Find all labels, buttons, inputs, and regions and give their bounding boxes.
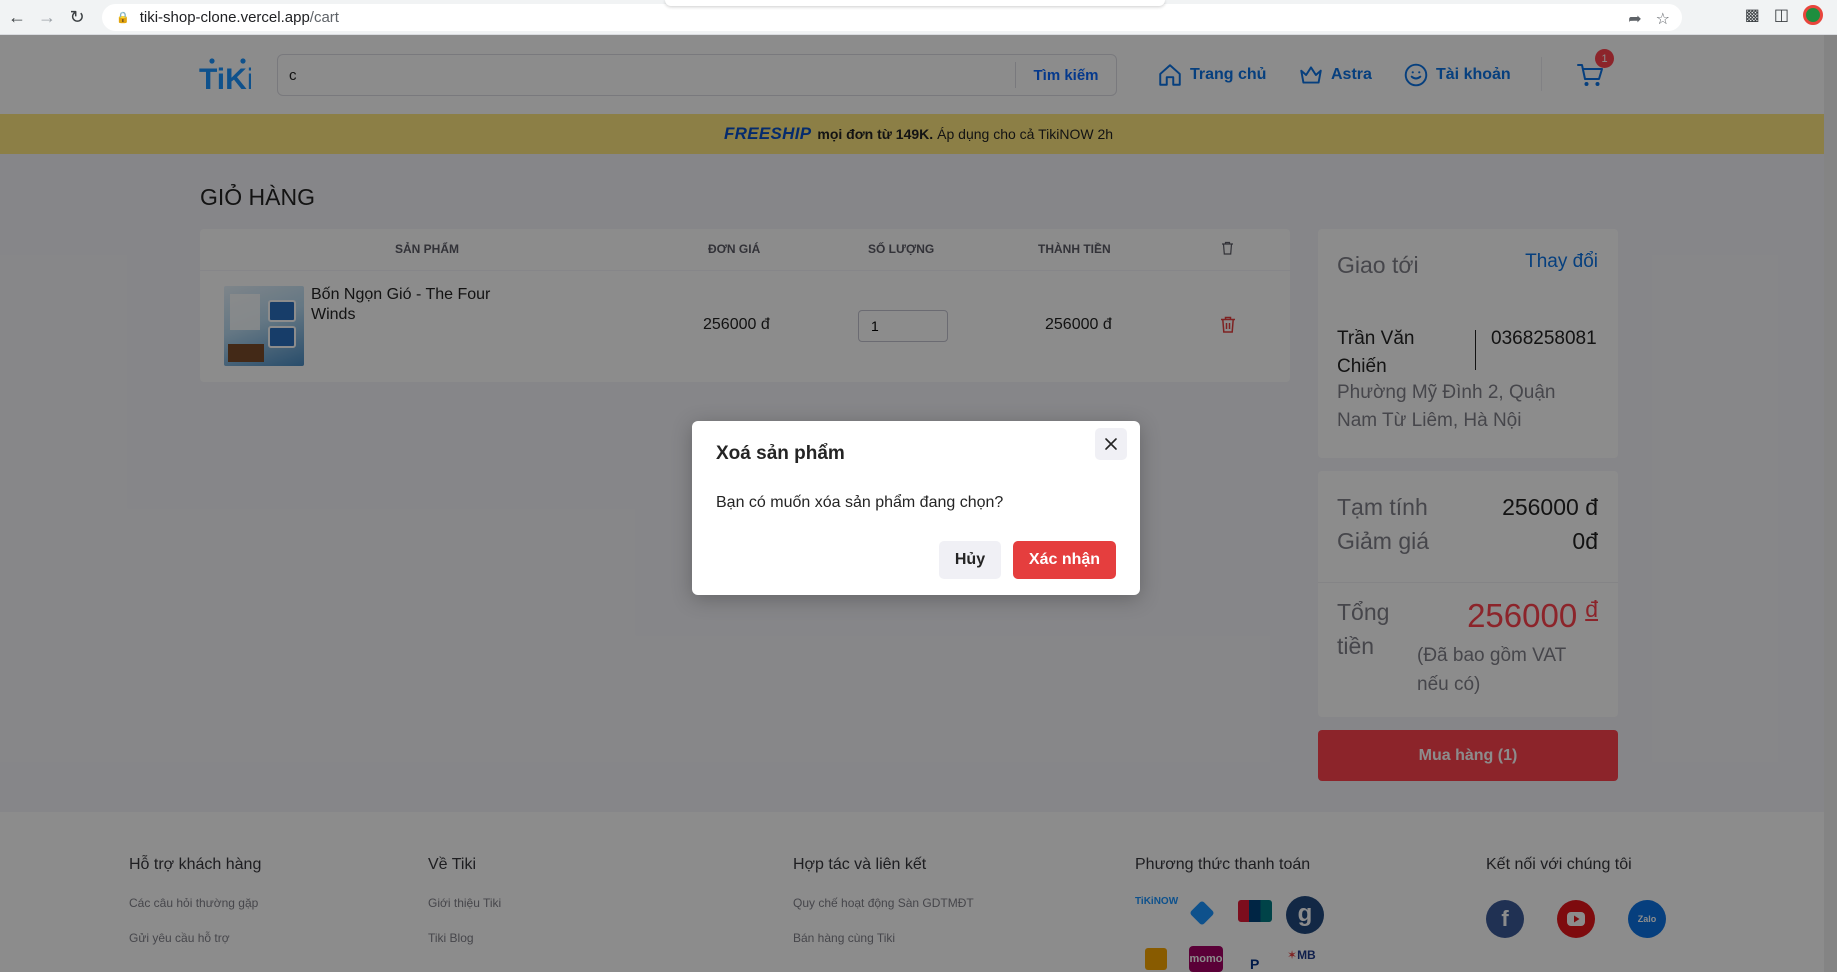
profile-avatar[interactable] <box>1803 5 1823 25</box>
forward-icon[interactable]: → <box>34 4 60 30</box>
lock-icon: 🔒 <box>116 12 130 24</box>
cancel-button[interactable]: Hủy <box>939 541 1001 579</box>
browser-popup-edge <box>665 0 1165 6</box>
confirm-delete-button[interactable]: Xác nhận <box>1013 541 1116 579</box>
bookmark-star-icon[interactable]: ☆ <box>1656 9 1670 29</box>
reload-icon[interactable]: ↻ <box>64 4 90 30</box>
delete-confirm-dialog: Xoá sản phẩm Bạn có muốn xóa sản phẩm đa… <box>692 421 1140 595</box>
address-bar[interactable]: 🔒 tiki-shop-clone.vercel.app/cart ➦ ☆ <box>102 4 1682 31</box>
back-icon[interactable]: ← <box>4 4 30 30</box>
dialog-message: Bạn có muốn xóa sản phẩm đang chọn? <box>716 494 1004 511</box>
url-path: /cart <box>309 9 339 26</box>
url-host: tiki-shop-clone.vercel.app <box>139 9 310 26</box>
side-panel-icon[interactable]: ◫ <box>1774 5 1789 25</box>
dialog-title: Xoá sản phẩm <box>716 443 845 464</box>
close-icon <box>1105 438 1117 450</box>
dialog-close-button[interactable] <box>1095 428 1127 460</box>
extensions-icon[interactable]: ▩ <box>1745 5 1760 25</box>
share-icon[interactable]: ➦ <box>1628 9 1641 29</box>
